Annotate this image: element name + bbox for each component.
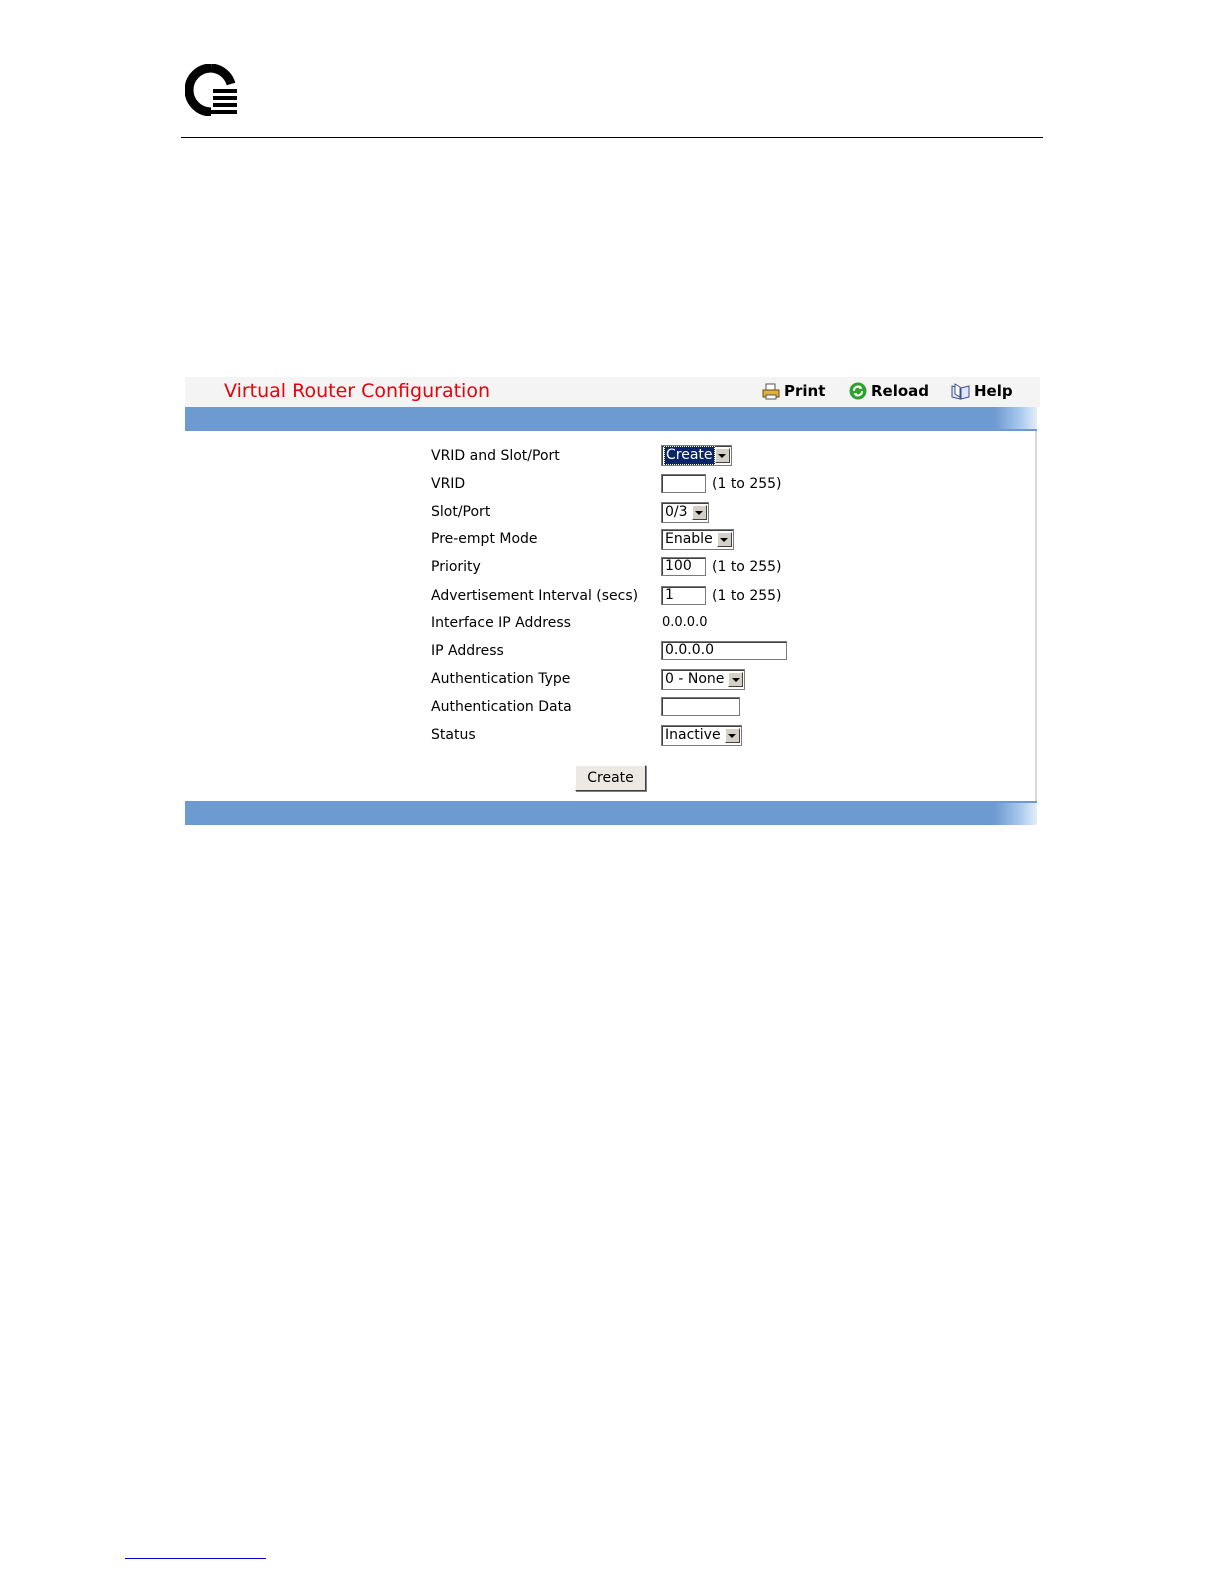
preempt-select[interactable]: Enable [661,529,734,550]
chevron-down-icon [691,505,707,520]
vrid-slot-select[interactable]: Create [661,445,732,466]
priority-input[interactable]: 100 [661,557,706,576]
ip-address-input[interactable]: 0.0.0.0 [661,641,787,660]
footnote-divider [125,1558,266,1559]
chevron-down-icon [716,532,732,547]
form-area: VRID and Slot/Port Create VRID (1 to 255… [185,431,1037,801]
status-label: Status [431,727,476,743]
adv-interval-range: (1 to 255) [712,587,782,604]
preempt-label: Pre-empt Mode [431,531,538,547]
chevron-down-icon [724,728,740,743]
header-divider [181,137,1043,138]
help-label: Help [974,382,1013,400]
reload-label: Reload [871,382,930,400]
ip-address-label: IP Address [431,643,504,659]
panel-titlebar: Virtual Router Configuration Print Reloa… [185,377,1040,407]
iface-ip-label: Interface IP Address [431,615,571,631]
auth-data-label: Authentication Data [431,699,572,715]
slot-port-value: 0/3 [665,504,688,520]
auth-type-value: 0 - None [665,671,725,687]
print-button[interactable]: Print [762,382,825,400]
header-band [185,407,1037,431]
config-panel: Virtual Router Configuration Print Reloa… [185,377,1040,827]
help-button[interactable]: Help [951,382,1013,400]
status-value: Inactive [665,727,721,743]
status-select[interactable]: Inactive [661,725,742,746]
auth-type-select[interactable]: 0 - None [661,669,746,690]
reload-icon [849,382,867,400]
page-title: Virtual Router Configuration [224,380,490,402]
vrid-input[interactable] [661,474,706,493]
vrid-range: (1 to 255) [712,475,782,492]
footer-band [185,801,1037,825]
create-button[interactable]: Create [575,765,646,791]
slot-port-label: Slot/Port [431,504,491,520]
chevron-down-icon [714,448,730,463]
adv-interval-label: Advertisement Interval (secs) [431,588,639,604]
vrid-slot-value: Create [664,446,715,465]
reload-button[interactable]: Reload [849,382,929,400]
help-book-icon [951,382,970,400]
vrid-slot-label: VRID and Slot/Port [431,448,560,464]
iface-ip-value: 0.0.0.0 [662,615,708,630]
priority-label: Priority [431,559,481,575]
print-label: Print [784,382,826,400]
adv-interval-input[interactable]: 1 [661,586,706,605]
vrid-label: VRID [431,476,466,492]
auth-type-label: Authentication Type [431,671,571,687]
priority-range: (1 to 255) [712,558,782,575]
printer-icon [762,383,780,399]
chevron-down-icon [728,672,744,687]
slot-port-select[interactable]: 0/3 [661,502,709,523]
company-logo-icon [185,64,237,116]
auth-data-input[interactable] [661,697,740,716]
preempt-value: Enable [665,531,713,547]
